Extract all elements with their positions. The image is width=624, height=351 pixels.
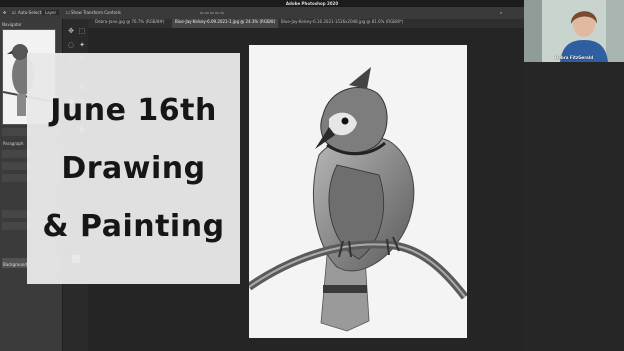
navigator-panel-label: Navigator [2, 22, 22, 27]
tab-document-2[interactable]: Blue-Jay-Kelsey-6.09.2021-1.jpg @ 24.3% … [172, 19, 279, 28]
marquee-icon[interactable]: ⬚ [78, 27, 86, 35]
move-tool-icon[interactable]: ✥ [3, 10, 6, 15]
transform-controls-checkbox[interactable]: ☐ [66, 10, 70, 15]
move-icon[interactable]: ✥ [67, 27, 75, 35]
presenter-video-icon [524, 0, 624, 62]
tab-document-3[interactable]: Blue-Jay-Kelsey-6.16.2021-1536x2048.jpg … [278, 19, 406, 28]
align-icons[interactable]: ▭ ▭ ▭ ▭ ▭ [200, 10, 224, 15]
tab-document-1[interactable]: Debra-Jane.jpg @ 76.7% (RGB/8#) [92, 19, 167, 28]
bird-artwork[interactable] [246, 45, 469, 338]
title-card: June 16th Drawing & Painting [27, 53, 240, 284]
blue-jay-drawing-icon [246, 67, 469, 332]
title-card-line-painting: & Painting [42, 209, 225, 244]
search-icon[interactable]: ⌕ [500, 10, 502, 15]
title-card-line-drawing: Drawing [61, 151, 206, 186]
auto-select-label: Auto-Select: [18, 10, 43, 15]
magic-wand-icon[interactable]: ✦ [78, 41, 86, 49]
right-dock [524, 62, 624, 351]
layer-select[interactable]: Layer [42, 10, 60, 15]
title-card-date: June 16th [50, 93, 217, 128]
presenter-name: Debra FitzGerald [554, 55, 594, 60]
paragraph-panel-label: Paragraph [3, 141, 24, 146]
document-tabs: Debra-Jane.jpg @ 76.7% (RGB/8#) Blue-Jay… [88, 19, 524, 28]
auto-select-checkbox[interactable]: ☑ [12, 10, 16, 15]
background-layer-label: Background [3, 262, 27, 267]
transform-controls-label: Show Transform Controls [71, 10, 121, 15]
webcam-video: Debra FitzGerald [524, 0, 624, 62]
lasso-icon[interactable]: ◌ [67, 41, 75, 49]
